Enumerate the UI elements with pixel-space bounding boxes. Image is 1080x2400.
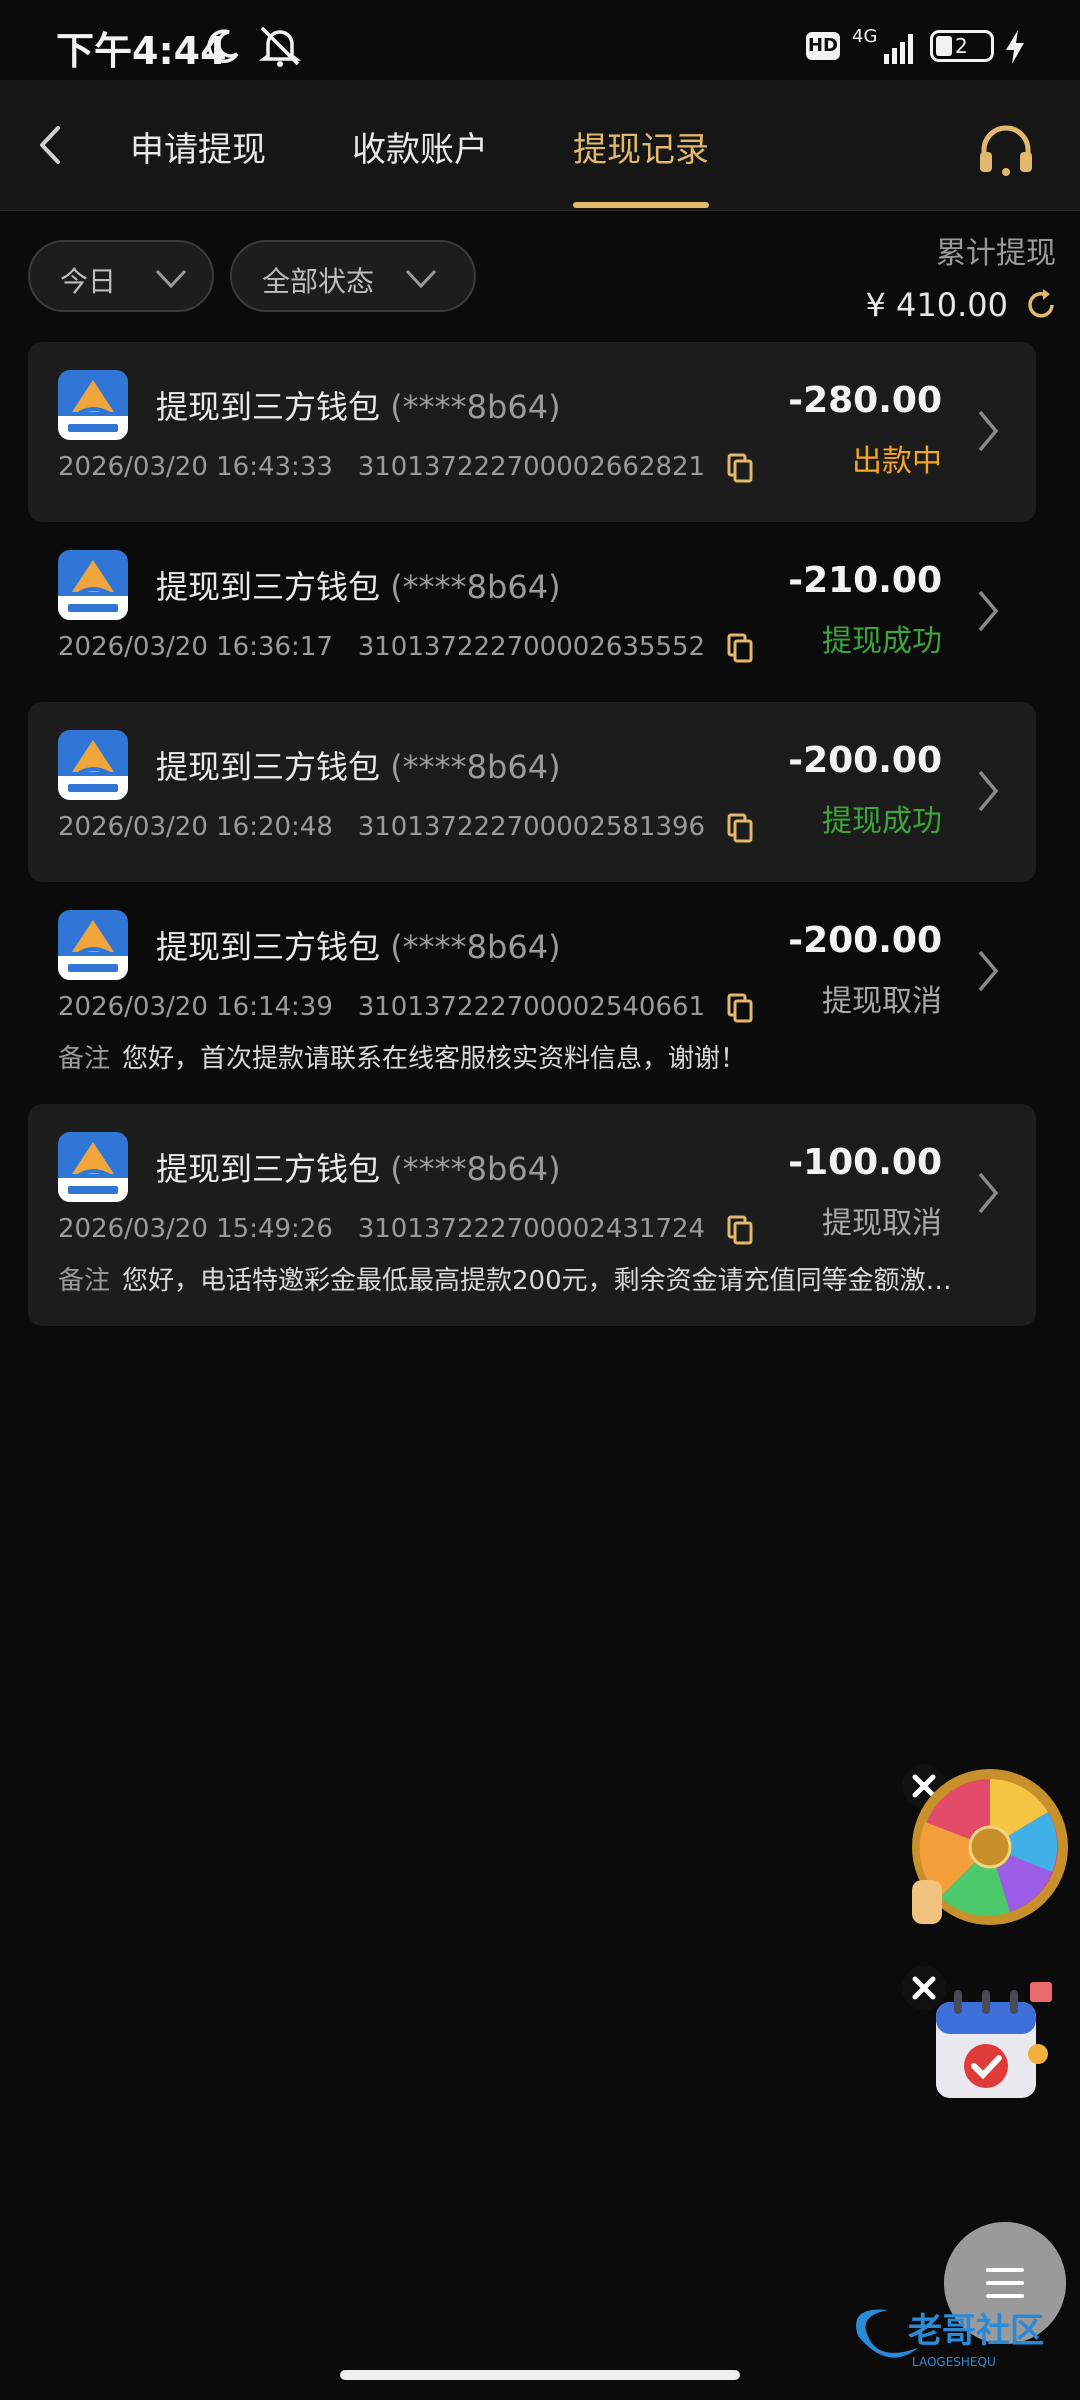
record-order-no: 310137222700002540661 bbox=[357, 992, 706, 1022]
svg-text:老哥社区: 老哥社区 bbox=[908, 2311, 1044, 2351]
signal-icon bbox=[884, 34, 913, 64]
date-filter-dropdown[interactable]: 今日 bbox=[28, 240, 214, 312]
record-status: 提现成功 bbox=[822, 804, 942, 839]
chevron-right-icon[interactable] bbox=[974, 768, 1002, 814]
record-item[interactable]: 提现到三方钱包 (****8b64) 2026/03/20 16:20:48 3… bbox=[28, 702, 1036, 882]
chevron-right-icon[interactable] bbox=[974, 948, 1002, 994]
lucky-wheel-icon[interactable] bbox=[900, 1762, 1070, 1932]
battery-level: 2 bbox=[955, 34, 968, 58]
chevron-down-icon bbox=[405, 269, 437, 289]
record-datetime: 2026/03/20 16:20:48 bbox=[58, 812, 333, 842]
record-item[interactable]: 提现到三方钱包 (****8b64) 2026/03/20 16:14:39 3… bbox=[28, 882, 1036, 1104]
record-title-text: 提现到三方钱包 bbox=[156, 1150, 381, 1188]
status-time: 下午4:44 bbox=[56, 29, 227, 73]
record-account: (****8b64) bbox=[390, 1150, 561, 1188]
refresh-icon[interactable] bbox=[1024, 288, 1058, 322]
record-item[interactable]: 提现到三方钱包 (****8b64) 2026/03/20 16:43:33 3… bbox=[28, 342, 1036, 522]
copy-icon[interactable] bbox=[727, 813, 753, 843]
record-meta: 2026/03/20 16:20:48 31013722270000258139… bbox=[58, 812, 753, 843]
record-order-no: 310137222700002662821 bbox=[357, 452, 706, 482]
svg-text:LAOGESHEQU: LAOGESHEQU bbox=[912, 2355, 996, 2369]
hd-badge: HD bbox=[806, 32, 840, 60]
chevron-right-icon[interactable] bbox=[974, 408, 1002, 454]
watermark-logo: 老哥社区 LAOGESHEQU bbox=[856, 2309, 1044, 2369]
record-meta: 2026/03/20 15:49:26 31013722270000243172… bbox=[58, 1214, 753, 1245]
network-type: 4G bbox=[852, 26, 878, 47]
record-title-text: 提现到三方钱包 bbox=[156, 748, 381, 786]
record-meta: 2026/03/20 16:14:39 31013722270000254066… bbox=[58, 992, 753, 1023]
headset-icon[interactable] bbox=[976, 122, 1036, 178]
wallet-logo bbox=[58, 550, 128, 620]
record-amount: -210.00 bbox=[788, 560, 942, 601]
record-account: (****8b64) bbox=[390, 568, 561, 606]
active-tab-indicator bbox=[573, 202, 709, 208]
record-order-no: 310137222700002635552 bbox=[357, 632, 706, 662]
status-bar: 下午4:44 HD 4G 2 bbox=[0, 0, 1080, 80]
copy-icon[interactable] bbox=[727, 453, 753, 483]
tab-withdraw-records[interactable]: 提现记录 bbox=[573, 122, 709, 171]
record-title: 提现到三方钱包 (****8b64) bbox=[156, 922, 561, 968]
chevron-right-icon[interactable] bbox=[974, 1170, 1002, 1216]
record-item[interactable]: 提现到三方钱包 (****8b64) 2026/03/20 15:49:26 3… bbox=[28, 1104, 1036, 1326]
record-datetime: 2026/03/20 15:49:26 bbox=[58, 1214, 333, 1244]
top-nav: 申请提现 收款账户 提现记录 bbox=[0, 80, 1080, 211]
record-datetime: 2026/03/20 16:43:33 bbox=[58, 452, 333, 482]
record-item[interactable]: 提现到三方钱包 (****8b64) 2026/03/20 16:36:17 3… bbox=[28, 522, 1036, 702]
wallet-logo bbox=[58, 370, 128, 440]
record-amount: -200.00 bbox=[788, 920, 942, 961]
tab-payee-account[interactable]: 收款账户 bbox=[352, 122, 488, 171]
chevron-right-icon[interactable] bbox=[974, 588, 1002, 634]
home-indicator[interactable] bbox=[340, 2370, 740, 2380]
record-title: 提现到三方钱包 (****8b64) bbox=[156, 562, 561, 608]
record-title: 提现到三方钱包 (****8b64) bbox=[156, 382, 561, 428]
record-meta: 2026/03/20 16:36:17 31013722270000263555… bbox=[58, 632, 753, 663]
status-filter-label: 全部状态 bbox=[262, 265, 375, 298]
copy-icon[interactable] bbox=[727, 993, 753, 1023]
record-note-text: 您好，电话特邀彩金最低最高提款200元，剩余资金请充值同等金额激… bbox=[122, 1266, 952, 1296]
record-account: (****8b64) bbox=[390, 388, 561, 426]
record-title-text: 提现到三方钱包 bbox=[156, 928, 381, 966]
record-amount: -280.00 bbox=[788, 380, 942, 421]
record-status: 提现取消 bbox=[822, 1206, 942, 1241]
charging-icon bbox=[1006, 30, 1024, 64]
record-order-no: 310137222700002581396 bbox=[357, 812, 706, 842]
silent-bell-icon bbox=[258, 26, 302, 67]
record-account: (****8b64) bbox=[390, 928, 561, 966]
battery-icon: 2 bbox=[930, 30, 994, 62]
status-filter-dropdown[interactable]: 全部状态 bbox=[230, 240, 476, 312]
record-account: (****8b64) bbox=[390, 748, 561, 786]
record-order-no: 310137222700002431724 bbox=[357, 1214, 706, 1244]
wallet-logo bbox=[58, 730, 128, 800]
chevron-down-icon bbox=[155, 269, 187, 289]
record-title: 提现到三方钱包 (****8b64) bbox=[156, 742, 561, 788]
record-note: 备注 您好，首次提款请联系在线客服核实资料信息，谢谢！ bbox=[58, 1038, 978, 1075]
record-note-label: 备注 bbox=[58, 1044, 111, 1074]
record-note-label: 备注 bbox=[58, 1266, 111, 1296]
record-title-text: 提现到三方钱包 bbox=[156, 568, 381, 606]
record-datetime: 2026/03/20 16:14:39 bbox=[58, 992, 333, 1022]
record-status: 提现成功 bbox=[822, 624, 942, 659]
record-title: 提现到三方钱包 (****8b64) bbox=[156, 1144, 561, 1190]
total-withdraw-value: ¥ 410.00 bbox=[865, 286, 1009, 324]
total-withdraw-label: 累计提现 bbox=[936, 236, 1056, 271]
chevron-left-icon[interactable] bbox=[30, 120, 70, 170]
record-title-text: 提现到三方钱包 bbox=[156, 388, 381, 426]
wallet-logo bbox=[58, 1132, 128, 1202]
record-amount: -200.00 bbox=[788, 740, 942, 781]
record-datetime: 2026/03/20 16:36:17 bbox=[58, 632, 333, 662]
record-note-text: 您好，首次提款请联系在线客服核实资料信息，谢谢！ bbox=[122, 1044, 747, 1074]
record-note: 备注 您好，电话特邀彩金最低最高提款200元，剩余资金请充值同等金额激… bbox=[58, 1260, 978, 1297]
moon-icon bbox=[207, 29, 239, 63]
copy-icon[interactable] bbox=[727, 633, 753, 663]
calendar-checkin-icon[interactable] bbox=[926, 1978, 1062, 2106]
tab-apply-withdraw[interactable]: 申请提现 bbox=[130, 122, 266, 171]
record-meta: 2026/03/20 16:43:33 31013722270000266282… bbox=[58, 452, 753, 483]
record-status: 出款中 bbox=[852, 444, 942, 479]
date-filter-label: 今日 bbox=[60, 265, 117, 298]
record-status: 提现取消 bbox=[822, 984, 942, 1019]
copy-icon[interactable] bbox=[727, 1215, 753, 1245]
wallet-logo bbox=[58, 910, 128, 980]
record-amount: -100.00 bbox=[788, 1142, 942, 1183]
